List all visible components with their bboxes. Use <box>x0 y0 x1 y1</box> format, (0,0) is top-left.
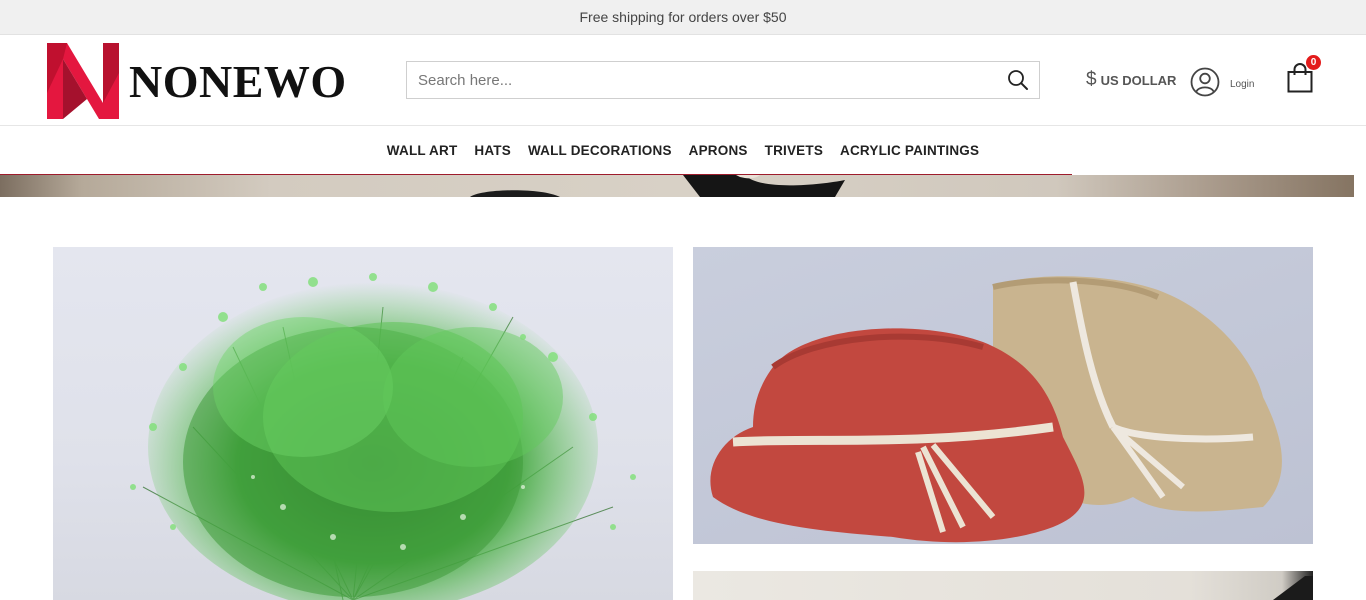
crochet-hats-image <box>710 276 1282 543</box>
nav-item-acrylic-paintings[interactable]: ACRYLIC PAINTINGS <box>840 143 979 158</box>
nav-item-hats[interactable]: HATS <box>474 143 511 158</box>
banner-hat-image <box>470 175 845 197</box>
nav-item-trivets[interactable]: TRIVETS <box>765 143 823 158</box>
currency-label: US DOLLAR <box>1100 72 1177 88</box>
user-circle-icon <box>1190 67 1220 102</box>
cart-count-badge: 0 <box>1306 55 1321 70</box>
hero-banner[interactable] <box>0 175 1354 197</box>
announcement-text: Free shipping for orders over $50 <box>579 9 787 25</box>
announcement-bar: Free shipping for orders over $50 <box>0 0 1366 35</box>
site-header: NONEWO $ US DOLLAR Login <box>0 35 1366 126</box>
main-navigation: WALL ART HATS WALL DECORATIONS APRONS TR… <box>0 126 1366 175</box>
search-input[interactable] <box>407 62 997 98</box>
logo-text: NONEWO <box>129 55 347 107</box>
green-flower-bouquet-image <box>130 273 636 600</box>
login-label: Login <box>1230 79 1255 90</box>
shopping-bag-icon <box>1287 63 1313 97</box>
currency-selector[interactable]: $ US DOLLAR <box>1086 68 1176 92</box>
search-icon[interactable] <box>1007 69 1029 91</box>
category-tile-flowers[interactable] <box>53 247 673 600</box>
product-image <box>1273 576 1313 600</box>
category-tile-product[interactable] <box>693 571 1313 600</box>
search-box <box>406 61 1040 99</box>
account-login[interactable]: Login <box>1190 67 1254 102</box>
nav-item-wall-art[interactable]: WALL ART <box>387 143 458 158</box>
dollar-icon: $ <box>1086 69 1097 90</box>
nav-item-aprons[interactable]: APRONS <box>689 143 748 158</box>
category-tile-hats[interactable] <box>693 247 1313 544</box>
cart-button[interactable]: 0 <box>1287 55 1321 97</box>
logo-mark-icon <box>47 43 119 119</box>
nav-item-wall-decorations[interactable]: WALL DECORATIONS <box>528 143 672 158</box>
site-logo[interactable]: NONEWO <box>47 42 347 120</box>
